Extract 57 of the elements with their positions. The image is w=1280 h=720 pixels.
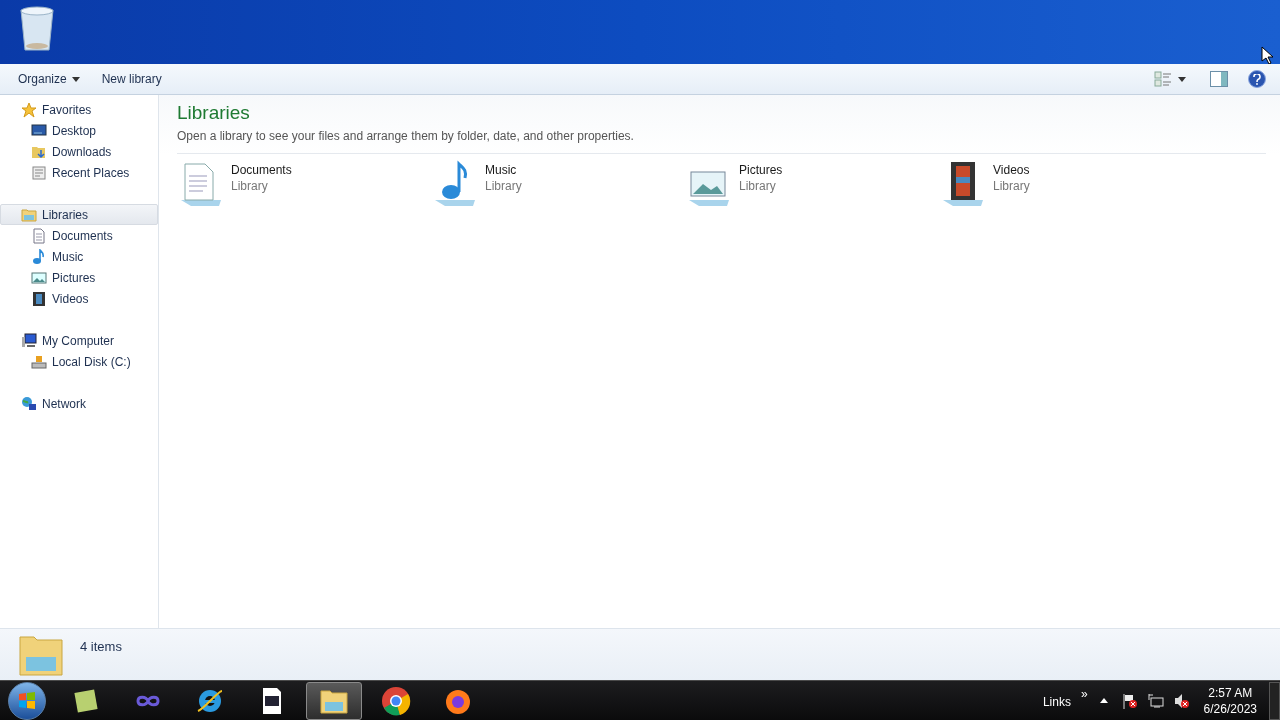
libraries-description: Open a library to see your files and arrange them by folder, date, and other properties. [177,128,635,145]
caret-icon [71,76,80,82]
preview-pane-icon [1210,71,1228,87]
nav-item[interactable]: Network [0,393,158,414]
nav-item[interactable]: Favorites [0,99,158,120]
clock-time[interactable]: 2:57 AM [1208,684,1253,701]
start-button[interactable] [8,681,46,720]
show-hidden-icons-arrow-icon[interactable] [1099,698,1108,703]
libraries-heading: Libraries [177,101,251,125]
recycle-bin-icon[interactable] [18,6,56,54]
music-note-icon [31,248,47,265]
chrome-icon [380,684,412,717]
globe-monitor-icon [21,395,37,412]
library-type-label: Library [993,178,1030,194]
nav-item[interactable]: Documents [0,225,158,246]
muted-speaker-icon[interactable] [1173,692,1190,709]
film-strip-icon [31,290,47,307]
nav-item[interactable]: Downloads [0,141,158,162]
action-center-flag-icon[interactable] [1121,692,1138,709]
clock-date[interactable]: 6/26/2023 [1203,700,1257,717]
windows-logo-icon [18,691,36,710]
nav-item[interactable]: Libraries [0,204,158,225]
library-name[interactable]: Documents [231,162,292,178]
nav-item[interactable]: Recent Places [0,162,158,183]
nav-item[interactable]: My Computer [0,330,158,351]
organize-menu-button[interactable]: Organize [8,67,90,91]
links-toolbar-label[interactable]: Links [1042,692,1071,711]
picture-icon [31,269,47,286]
computer-icon [21,332,37,349]
help-button[interactable] [1248,70,1266,88]
network-monitor-icon[interactable] [1147,692,1164,709]
taskbar-button[interactable] [306,681,362,720]
nav-item[interactable]: Desktop [0,120,158,141]
library-name[interactable]: Videos [993,162,1030,178]
library-name[interactable]: Pictures [739,162,783,178]
document-icon [31,227,47,244]
nav-item[interactable]: Pictures [0,267,158,288]
monitor-icon [31,122,47,139]
nav-item[interactable]: Music [0,246,158,267]
question-mark-icon [1253,73,1261,85]
drive-icon [31,353,47,370]
nav-item[interactable]: Local Disk (C:) [0,351,158,372]
nav-item[interactable]: Videos [0,288,158,309]
library-type-label: Library [231,178,269,194]
library-type-label: Library [485,178,522,194]
star-icon [21,101,37,118]
mouse-cursor-icon [1261,46,1273,64]
library-name[interactable]: Music [485,162,522,178]
library-folder-icon [21,206,37,223]
library-type-label: Library [739,178,777,194]
toolbar-button[interactable]: New library [91,67,172,91]
links-chevron[interactable]: » [1080,684,1088,703]
view-list-icon [1154,71,1172,87]
caret-icon [1178,76,1186,82]
item-count: 4 items [80,638,122,656]
recent-places-icon [31,164,47,181]
library-folder-icon [18,633,64,677]
